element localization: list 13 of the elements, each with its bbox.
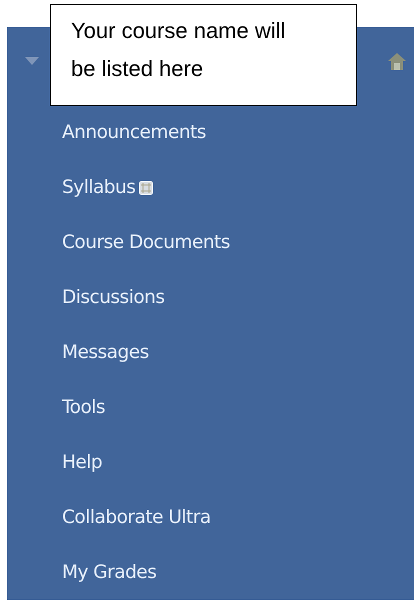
menu-link[interactable]: Tools	[62, 397, 106, 418]
menu-link[interactable]: Discussions	[62, 287, 165, 308]
menu-link[interactable]: My Grades	[62, 562, 156, 583]
caret-icon[interactable]	[25, 57, 39, 65]
menu-link[interactable]: Help	[62, 452, 102, 473]
menu-link[interactable]: Collaborate Ultra	[62, 507, 211, 528]
home-icon[interactable]	[388, 52, 406, 70]
callout-text: Your course name will be listed here	[71, 17, 286, 83]
menu-link[interactable]: Course Documents	[62, 232, 230, 253]
menu-link[interactable]: Syllabus	[62, 177, 136, 198]
grid-icon	[139, 180, 154, 194]
menu-link[interactable]: Announcements	[62, 122, 206, 143]
menu-link[interactable]: Messages	[62, 342, 149, 363]
